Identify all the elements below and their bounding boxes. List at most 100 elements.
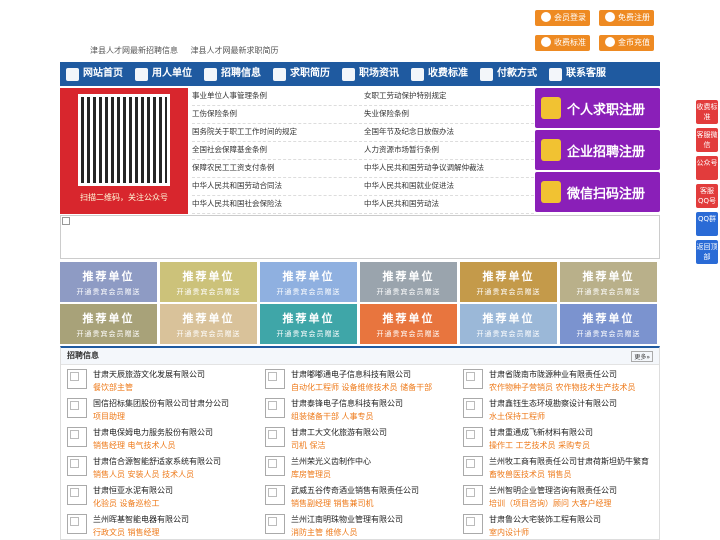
pricing-button[interactable]: 收费标准 xyxy=(535,35,590,51)
company-name[interactable]: 甘肃信合源智能舒适家系统有限公司 xyxy=(93,456,221,467)
law-link[interactable]: 中华人民共和国就业促进法 xyxy=(364,178,534,196)
job-titles[interactable]: 司机 保洁 xyxy=(291,440,326,451)
featured-employer-tile[interactable]: 推荐单位 开通贵宾会员赠送 xyxy=(260,304,357,344)
job-item[interactable]: 甘肃信合源智能舒适家系统有限公司 销售人员 安装人员 技术人员 xyxy=(65,455,260,484)
featured-employer-tile[interactable]: 推荐单位 开通贵宾会员赠送 xyxy=(60,262,157,302)
job-titles[interactable]: 库房管理员 xyxy=(291,469,331,480)
featured-employer-tile[interactable]: 推荐单位 开通贵宾会员赠送 xyxy=(160,304,257,344)
job-item[interactable]: 甘肃重通成飞新材料有限公司 操作工 工艺技术员 采购专员 xyxy=(461,426,656,455)
nav-jobs[interactable]: 招聘信息 xyxy=(198,62,267,86)
latest-jobs-link[interactable]: 津县人才网最新招聘信息 xyxy=(90,46,178,55)
job-item[interactable]: 甘肃鑫钰生态环境勘察设计有限公司 水土保持工程师 xyxy=(461,397,656,426)
login-button[interactable]: 会员登录 xyxy=(535,10,590,26)
law-link[interactable]: 工伤保险条例 xyxy=(192,106,362,124)
latest-resumes-link[interactable]: 津县人才网最新求职简历 xyxy=(191,46,279,55)
job-titles[interactable]: 销售副经理 销售兼司机 xyxy=(291,498,374,509)
job-item[interactable]: 兰州江南明珠物业管理有限公司 消防主管 维修人员 xyxy=(263,513,458,540)
job-item[interactable]: 兰州智明企业管理咨询有限责任公司 培训（项目咨询）顾问 大客户经理 xyxy=(461,484,656,513)
company-name[interactable]: 兰州江南明珠物业管理有限公司 xyxy=(291,514,403,525)
job-item[interactable]: 兰州牧工商有限责任公司甘肃荷斯坦奶牛繁育 畜牧兽医技术员 销售员 xyxy=(461,455,656,484)
company-name[interactable]: 甘肃鑫钰生态环境勘察设计有限公司 xyxy=(489,398,617,409)
featured-employer-tile[interactable]: 推荐单位 开通贵宾会员赠送 xyxy=(560,262,657,302)
job-titles[interactable]: 销售人员 安装人员 技术人员 xyxy=(93,469,194,480)
law-link[interactable]: 全国社会保障基金条例 xyxy=(192,142,362,160)
job-titles[interactable]: 水土保持工程师 xyxy=(489,411,545,422)
side-pricing[interactable]: 收费标准 xyxy=(696,100,718,124)
featured-employer-tile[interactable]: 推荐单位 开通贵宾会员赠送 xyxy=(460,304,557,344)
banner-image[interactable] xyxy=(60,215,660,259)
company-name[interactable]: 甘肃省陇南市陇源种业有限责任公司 xyxy=(489,369,617,380)
company-name[interactable]: 甘肃鲁公大宅装饰工程有限公司 xyxy=(489,514,601,525)
side-official-account[interactable]: 公众号 xyxy=(696,156,718,180)
featured-employer-tile[interactable]: 推荐单位 开通贵宾会员赠送 xyxy=(260,262,357,302)
wechat-register-button[interactable]: 微信扫码注册 xyxy=(535,172,660,212)
employer-register-button[interactable]: 企业招聘注册 xyxy=(535,130,660,170)
job-titles[interactable]: 组装储备干部 人事专员 xyxy=(291,411,374,422)
job-item[interactable]: 甘肃电保姆电力服务股份有限公司 销售经理 电气技术人员 xyxy=(65,426,260,455)
job-titles[interactable]: 自动化工程师 设备维修技术员 储备干部 xyxy=(291,382,432,393)
featured-employer-tile[interactable]: 推荐单位 开通贵宾会员赠送 xyxy=(560,304,657,344)
more-link[interactable]: 更多» xyxy=(631,351,653,362)
job-titles[interactable]: 行政文员 销售经理 xyxy=(93,527,160,538)
job-item[interactable]: 甘肃泰锋电子信息科技有限公司 组装储备干部 人事专员 xyxy=(263,397,458,426)
nav-news[interactable]: 职场资讯 xyxy=(336,62,405,86)
job-item[interactable]: 甘肃嘟嘟通电子信息科技有限公司自动化工程师 设备维修技术员 储备干部 xyxy=(263,368,458,397)
jobseeker-register-button[interactable]: 个人求职注册 xyxy=(535,88,660,128)
job-item[interactable]: 兰州荣光义齿制作中心 库房管理员 xyxy=(263,455,458,484)
nav-payment[interactable]: 付款方式 xyxy=(474,62,543,86)
job-titles[interactable]: 农作物种子营销员 农作物技术生产技术员 xyxy=(489,382,636,393)
company-name[interactable]: 兰州荣光义齿制作中心 xyxy=(291,456,371,467)
company-name[interactable]: 甘肃重通成飞新材料有限公司 xyxy=(489,427,593,438)
company-name[interactable]: 武威五谷传奇酒业销售有限责任公司 xyxy=(291,485,419,496)
company-name[interactable]: 国信招标集团股份有限公司甘肃分公司 xyxy=(93,398,229,409)
featured-employer-tile[interactable]: 推荐单位 开通贵宾会员赠送 xyxy=(60,304,157,344)
nav-pricing[interactable]: 收费标准 xyxy=(405,62,474,86)
nav-support[interactable]: 联系客服 xyxy=(543,62,612,86)
nav-home[interactable]: 网站首页 xyxy=(60,62,129,86)
recharge-button[interactable]: 金币充值 xyxy=(599,35,654,51)
company-name[interactable]: 甘肃天辰旅游文化发展有限公司 xyxy=(93,369,205,380)
company-name[interactable]: 甘肃嘟嘟通电子信息科技有限公司 xyxy=(291,369,411,380)
featured-employer-tile[interactable]: 推荐单位 开通贵宾会员赠送 xyxy=(360,304,457,344)
nav-resumes[interactable]: 求职简历 xyxy=(267,62,336,86)
company-name[interactable]: 甘肃工大文化旅游有限公司 xyxy=(291,427,387,438)
featured-employer-tile[interactable]: 推荐单位 开通贵宾会员赠送 xyxy=(360,262,457,302)
law-link[interactable]: 全国年节及纪念日放假办法 xyxy=(364,124,534,142)
law-link[interactable]: 失业保险条例 xyxy=(364,106,534,124)
law-link[interactable]: 中华人民共和国社会保险法 xyxy=(192,196,362,214)
job-item[interactable]: 甘肃天辰旅游文化发展有限公司 餐饮部主管 xyxy=(65,368,260,397)
job-titles[interactable]: 销售经理 电气技术人员 xyxy=(93,440,176,451)
job-item[interactable]: 兰州晖基智能电器有限公司 行政文员 销售经理 xyxy=(65,513,260,540)
side-back-to-top[interactable]: 返回顶部 xyxy=(696,240,718,264)
job-titles[interactable]: 消防主管 维修人员 xyxy=(291,527,358,538)
job-item[interactable]: 武威五谷传奇酒业销售有限责任公司 销售副经理 销售兼司机 xyxy=(263,484,458,513)
law-link[interactable]: 事业单位人事管理条例 xyxy=(192,88,362,106)
law-link[interactable]: 中华人民共和国劳动合同法 xyxy=(192,178,362,196)
featured-employer-tile[interactable]: 推荐单位 开通贵宾会员赠送 xyxy=(160,262,257,302)
nav-employers[interactable]: 用人单位 xyxy=(129,62,198,86)
company-name[interactable]: 甘肃电保姆电力服务股份有限公司 xyxy=(93,427,213,438)
law-link[interactable]: 女职工劳动保护特别规定 xyxy=(364,88,534,106)
company-name[interactable]: 甘肃恒亚水泥有限公司 xyxy=(93,485,173,496)
company-name[interactable]: 兰州晖基智能电器有限公司 xyxy=(93,514,189,525)
job-titles[interactable]: 化验员 设备巡检工 xyxy=(93,498,160,509)
side-qq-group[interactable]: QQ群 xyxy=(696,212,718,236)
job-titles[interactable]: 餐饮部主管 xyxy=(93,382,133,393)
job-item[interactable]: 甘肃工大文化旅游有限公司 司机 保洁 xyxy=(263,426,458,455)
side-qq-service[interactable]: 客服QQ号 xyxy=(696,184,718,208)
job-item[interactable]: 甘肃鲁公大宅装饰工程有限公司 室内设计师 xyxy=(461,513,656,540)
job-titles[interactable]: 操作工 工艺技术员 采购专员 xyxy=(489,440,590,451)
law-link[interactable]: 国务院关于职工工作时间的规定 xyxy=(192,124,362,142)
company-name[interactable]: 兰州智明企业管理咨询有限责任公司 xyxy=(489,485,617,496)
law-link[interactable]: 人力资源市场暂行条例 xyxy=(364,142,534,160)
law-link[interactable]: 中华人民共和国劳动法 xyxy=(364,196,534,214)
featured-employer-tile[interactable]: 推荐单位 开通贵宾会员赠送 xyxy=(460,262,557,302)
law-link[interactable]: 保障农民工工资支付条例 xyxy=(192,160,362,178)
job-item[interactable]: 国信招标集团股份有限公司甘肃分公司 项目助理 xyxy=(65,397,260,426)
job-item[interactable]: 甘肃恒亚水泥有限公司 化验员 设备巡检工 xyxy=(65,484,260,513)
job-titles[interactable]: 畜牧兽医技术员 销售员 xyxy=(489,469,572,480)
side-wechat-service[interactable]: 客服微信 xyxy=(696,128,718,152)
register-button[interactable]: 免费注册 xyxy=(599,10,654,26)
company-name[interactable]: 兰州牧工商有限责任公司甘肃荷斯坦奶牛繁育 xyxy=(489,456,649,467)
job-titles[interactable]: 培训（项目咨询）顾问 大客户经理 xyxy=(489,498,612,509)
